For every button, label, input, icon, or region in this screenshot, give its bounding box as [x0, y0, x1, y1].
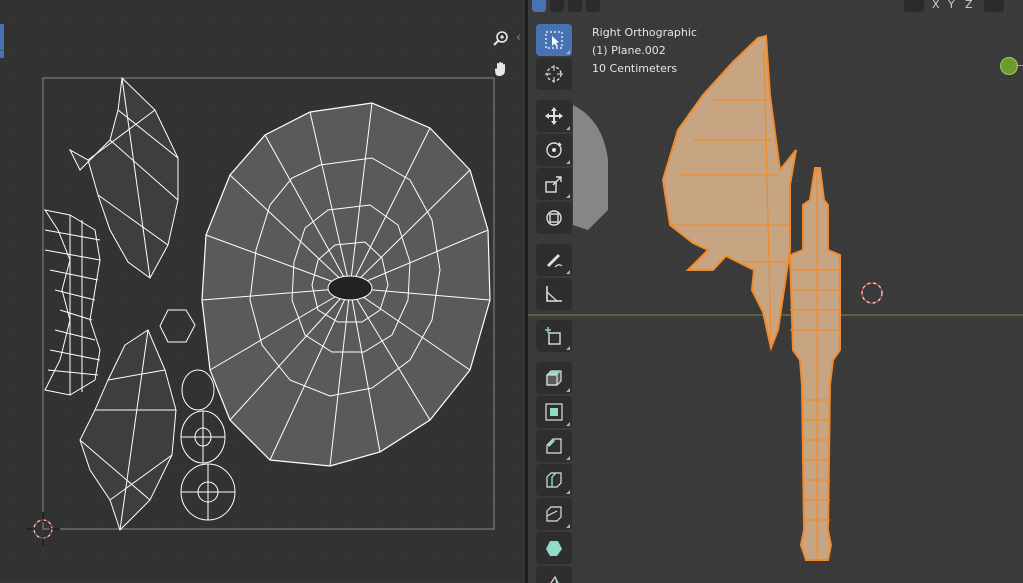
add-cube-icon: [545, 327, 561, 345]
inset-icon: [545, 403, 563, 421]
add-cube-tool[interactable]: [536, 320, 572, 352]
mirror-y-toggle[interactable]: Y: [948, 0, 955, 11]
hand-pan-icon[interactable]: [488, 56, 514, 82]
move-icon: [545, 107, 563, 125]
bevel-icon: [546, 438, 562, 454]
uv-editor-panel[interactable]: ‹: [0, 0, 525, 583]
scale-icon: [545, 176, 562, 193]
rotate-icon: [546, 142, 562, 158]
knife-icon: [546, 506, 562, 522]
cursor-tool[interactable]: [536, 58, 572, 90]
cursor-icon: [545, 65, 563, 83]
extrude-icon: [546, 370, 562, 386]
spin-icon: [550, 575, 559, 583]
tool-shelf: [532, 22, 576, 583]
measure-tool[interactable]: [536, 278, 572, 310]
measure-icon: [546, 286, 562, 302]
move-tool[interactable]: [536, 100, 572, 132]
select-extend-button[interactable]: [550, 0, 564, 12]
navigation-gizmo-y-axis[interactable]: [1000, 57, 1018, 75]
knife-tool[interactable]: [536, 498, 572, 530]
transform-icon: [546, 210, 562, 226]
select-box-tool[interactable]: [536, 24, 572, 56]
mirror-z-toggle[interactable]: Z: [965, 0, 973, 11]
tool-settings-button[interactable]: [984, 0, 1004, 12]
poly-build-icon: [546, 541, 562, 556]
annotate-icon: [547, 254, 563, 268]
mirror-options-button[interactable]: [904, 0, 924, 12]
poly-build-tool[interactable]: [536, 532, 572, 564]
viewport-header: X Y Z: [528, 0, 1023, 12]
uv-canvas[interactable]: [0, 0, 525, 583]
3d-viewport[interactable]: X Y Z Right Orthographic (1) Plane.002 1…: [528, 0, 1023, 583]
bevel-tool[interactable]: [536, 430, 572, 462]
loop-cut-tool[interactable]: [536, 464, 572, 496]
mirror-x-toggle[interactable]: X: [932, 0, 940, 11]
viewport-info-overlay: Right Orthographic (1) Plane.002 10 Cent…: [592, 24, 697, 78]
select-box-icon: [545, 31, 563, 49]
inset-tool[interactable]: [536, 396, 572, 428]
loop-cut-icon: [546, 472, 562, 488]
extrude-tool[interactable]: [536, 362, 572, 394]
select-mode-button[interactable]: [532, 0, 546, 12]
grid-scale-label: 10 Centimeters: [592, 62, 678, 75]
rotate-tool[interactable]: [536, 134, 572, 166]
transform-tool[interactable]: [536, 202, 572, 234]
zoom-in-icon[interactable]: [488, 26, 514, 52]
scale-tool[interactable]: [536, 168, 572, 200]
object-name-label: (1) Plane.002: [592, 44, 666, 57]
spin-tool[interactable]: [536, 566, 572, 583]
select-invert-button[interactable]: [586, 0, 600, 12]
navigation-gizmo-line: [1016, 65, 1023, 66]
viewport-canvas[interactable]: [528, 0, 1023, 583]
view-name-label: Right Orthographic: [592, 26, 697, 39]
annotate-tool[interactable]: [536, 244, 572, 276]
select-subtract-button[interactable]: [568, 0, 582, 12]
collapse-sidebar-icon[interactable]: ‹: [516, 30, 521, 44]
